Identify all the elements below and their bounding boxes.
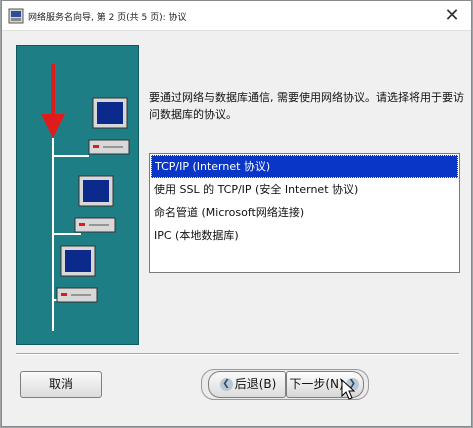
- close-icon: ✕: [444, 5, 460, 26]
- window-title: 网络服务名向导, 第 2 页(共 5 页): 协议: [28, 13, 187, 23]
- protocol-item-tcpip-ssl[interactable]: 使用 SSL 的 TCP/IP (安全 Internet 协议): [151, 178, 458, 201]
- down-arrow-icon: [41, 114, 65, 138]
- net-service-wizard-window: 网络服务名向导, 第 2 页(共 5 页): 协议 ✕ 要通过网络与数据库通信,…: [1, 0, 472, 427]
- protocol-item-ipc[interactable]: IPC (本地数据库): [151, 224, 458, 247]
- button-separator: [16, 353, 459, 355]
- chevron-left-icon: ❮: [219, 378, 233, 391]
- title-bar: 网络服务名向导, 第 2 页(共 5 页): 协议 ✕: [2, 1, 471, 31]
- back-button[interactable]: ❮ 后退(B): [208, 371, 286, 398]
- protocol-prompt: 要通过网络与数据库通信, 需要使用网络协议。请选择将用于要访问数据库的协议。: [149, 91, 464, 121]
- protocol-item-named-pipes[interactable]: 命名管道 (Microsoft网络连接): [151, 201, 458, 224]
- close-button[interactable]: ✕: [441, 5, 463, 27]
- wizard-app-icon: [8, 8, 24, 24]
- protocol-listbox[interactable]: TCP/IP (Internet 协议) 使用 SSL 的 TCP/IP (安全…: [149, 153, 460, 273]
- next-button-label: 下一步(N): [289, 377, 344, 391]
- computer-icon: [56, 245, 98, 303]
- computer-icon: [74, 175, 116, 233]
- cancel-button[interactable]: 取消: [20, 371, 102, 398]
- computer-icon: [88, 97, 130, 155]
- network-illustration: [16, 45, 139, 345]
- back-button-label: 后退(B): [234, 377, 277, 391]
- protocol-item-tcpip[interactable]: TCP/IP (Internet 协议): [151, 155, 458, 178]
- network-diagram: [41, 64, 130, 331]
- mouse-cursor-icon: [341, 379, 355, 400]
